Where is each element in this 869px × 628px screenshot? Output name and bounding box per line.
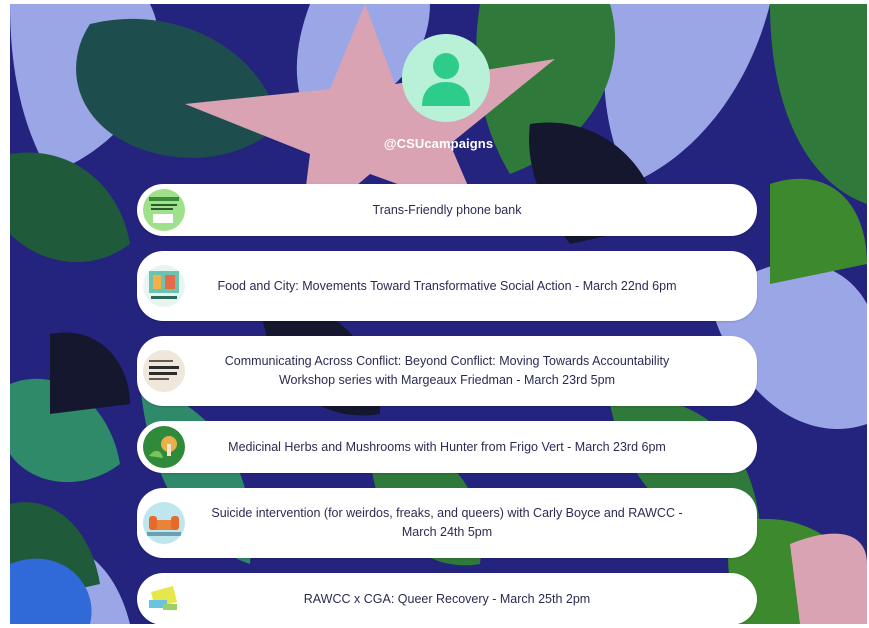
link-title: Trans-Friendly phone bank <box>372 202 522 217</box>
link-button-communicating-across-conflict[interactable]: Communicating Across Conflict: Beyond Co… <box>137 336 757 406</box>
event-flyer-thumbnail-icon <box>143 265 185 307</box>
link-button-medicinal-herbs[interactable]: Medicinal Herbs and Mushrooms with Hunte… <box>137 421 757 473</box>
link-title: Medicinal Herbs and Mushrooms with Hunte… <box>228 439 666 454</box>
link-thumbnail-queer-recovery <box>143 578 185 620</box>
link-button-trans-friendly-phone-bank[interactable]: Trans-Friendly phone bank <box>137 184 757 236</box>
link-button-food-and-city[interactable]: Food and City: Movements Toward Transfor… <box>137 251 757 321</box>
link-button-suicide-intervention[interactable]: Suicide intervention (for weirdos, freak… <box>137 488 757 558</box>
link-thumbnail-beyond-conflict <box>143 350 185 392</box>
link-thumbnail-suicide-intervention <box>143 502 185 544</box>
profile-handle: @CSUcampaigns <box>383 136 494 151</box>
link-title: Suicide intervention (for weirdos, freak… <box>211 506 683 539</box>
event-flyer-thumbnail-icon <box>143 350 185 392</box>
link-list: Trans-Friendly phone bank Food and City:… <box>137 184 757 624</box>
link-title: RAWCC x CGA: Queer Recovery - March 25th… <box>303 591 591 606</box>
link-thumbnail-medicinal-herbs <box>143 426 185 468</box>
event-flyer-thumbnail-icon <box>143 426 185 468</box>
user-silhouette-icon <box>402 34 490 122</box>
event-flyer-thumbnail-icon <box>143 189 185 231</box>
profile-avatar[interactable] <box>402 34 490 122</box>
profile-header: @CSUcampaigns <box>10 4 867 174</box>
link-title: Food and City: Movements Toward Transfor… <box>217 278 677 293</box>
link-button-queer-recovery[interactable]: RAWCC x CGA: Queer Recovery - March 25th… <box>137 573 757 624</box>
event-flyer-thumbnail-icon <box>143 578 185 620</box>
link-thumbnail-phone-bank <box>143 189 185 231</box>
event-flyer-thumbnail-icon <box>143 502 185 544</box>
link-thumbnail-food-and-city <box>143 265 185 307</box>
linktree-page: @CSUcampaigns Trans-Friendly phone bank <box>10 4 867 624</box>
link-title: Communicating Across Conflict: Beyond Co… <box>224 354 670 387</box>
